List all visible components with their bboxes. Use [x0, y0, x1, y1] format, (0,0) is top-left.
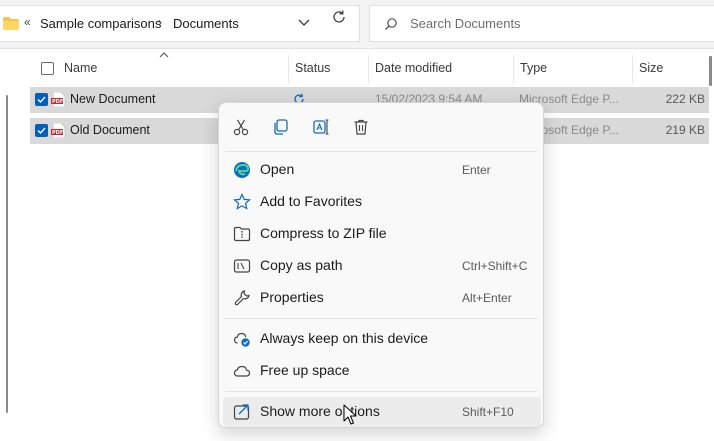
menu-item-open[interactable]: Open Enter [223, 155, 541, 185]
column-header-status[interactable]: Status [295, 61, 330, 75]
column-divider[interactable] [513, 55, 514, 83]
zip-icon [233, 226, 251, 242]
pdf-file-icon: PDF [51, 92, 66, 107]
column-header-size[interactable]: Size [639, 61, 663, 75]
row-checkbox[interactable] [35, 124, 48, 137]
menu-item-add-to-favorites[interactable]: Add to Favorites [223, 187, 541, 217]
star-icon [233, 193, 251, 210]
cut-icon [233, 119, 249, 136]
menu-item-label: Copy as path [260, 257, 343, 273]
breadcrumb-separator[interactable]: › [158, 15, 162, 29]
menu-separator [225, 151, 537, 152]
menu-item-properties[interactable]: Properties Alt+Enter [223, 283, 541, 313]
menu-item-label: Always keep on this device [260, 330, 429, 346]
address-bar[interactable]: « Sample comparisons › Documents [0, 5, 360, 42]
file-size: 222 KB [665, 92, 705, 106]
copy-icon [274, 119, 288, 135]
column-header-name[interactable]: Name [64, 61, 97, 75]
mouse-pointer-icon [343, 404, 357, 425]
file-name[interactable]: Old Document [70, 123, 150, 137]
menu-item-compress-to-zip[interactable]: Compress to ZIP file [223, 219, 541, 249]
search-placeholder: Search Documents [410, 16, 521, 31]
pdf-file-icon: PDF [51, 123, 66, 138]
menu-item-shortcut: Alt+Enter [462, 291, 512, 305]
menu-separator [225, 391, 537, 392]
menu-item-label: Add to Favorites [260, 193, 362, 209]
menu-separator [225, 318, 537, 319]
column-header-type[interactable]: Type [520, 61, 547, 75]
search-box[interactable]: Search Documents [369, 5, 714, 42]
menu-item-label: Properties [260, 289, 324, 305]
delete-icon [354, 119, 368, 135]
delete-button[interactable] [352, 118, 370, 136]
breadcrumb-documents[interactable]: Documents [173, 16, 239, 31]
column-header-row: Name Status Date modified Type Size [30, 52, 710, 83]
breadcrumb-sample-comparisons[interactable]: Sample comparisons [40, 16, 161, 31]
navigation-pane-scrollbar[interactable] [6, 95, 8, 413]
menu-item-shortcut: Ctrl+Shift+C [462, 259, 528, 273]
menu-item-label: Free up space [260, 362, 350, 378]
menu-item-label: Show more options [260, 403, 380, 419]
menu-item-shortcut: Enter [462, 163, 491, 177]
file-name[interactable]: New Document [70, 92, 155, 106]
column-header-date-modified[interactable]: Date modified [375, 61, 452, 75]
column-divider[interactable] [632, 55, 633, 83]
svg-text:PDF: PDF [52, 99, 63, 105]
sort-ascending-icon [159, 52, 169, 58]
toolbar: « Sample comparisons › Documents Search … [0, 0, 714, 49]
cloud-check-icon [233, 332, 250, 347]
column-divider[interactable] [288, 55, 289, 83]
context-menu: Open Enter Add to Favorites Compress to … [218, 102, 544, 428]
path-icon [233, 259, 251, 273]
menu-item-shortcut: Shift+F10 [462, 405, 514, 419]
file-size: 219 KB [665, 123, 705, 137]
select-all-checkbox[interactable] [41, 62, 54, 75]
wrench-icon [234, 290, 250, 306]
share-out-icon [233, 404, 250, 420]
search-icon [385, 18, 397, 30]
refresh-icon[interactable] [331, 9, 347, 25]
breadcrumb-overflow-button[interactable]: « [24, 15, 31, 29]
chevron-down-icon[interactable] [297, 15, 311, 29]
cloud-icon [233, 365, 251, 377]
copy-button[interactable] [272, 118, 290, 136]
menu-item-label: Compress to ZIP file [260, 225, 387, 241]
folder-icon [3, 17, 19, 30]
svg-text:PDF: PDF [52, 130, 63, 136]
menu-item-free-up-space[interactable]: Free up space [223, 356, 541, 386]
rename-button[interactable] [312, 118, 330, 136]
menu-item-show-more-options[interactable]: Show more options Shift+F10 [223, 397, 541, 427]
menu-item-label: Open [260, 161, 295, 177]
menu-item-copy-as-path[interactable]: Copy as path Ctrl+Shift+C [223, 251, 541, 281]
cut-button[interactable] [232, 118, 250, 136]
rename-icon [313, 119, 329, 135]
row-checkbox[interactable] [35, 93, 48, 106]
menu-item-always-keep-on-device[interactable]: Always keep on this device [223, 324, 541, 354]
column-divider[interactable] [368, 55, 369, 83]
edge-icon [234, 162, 250, 178]
